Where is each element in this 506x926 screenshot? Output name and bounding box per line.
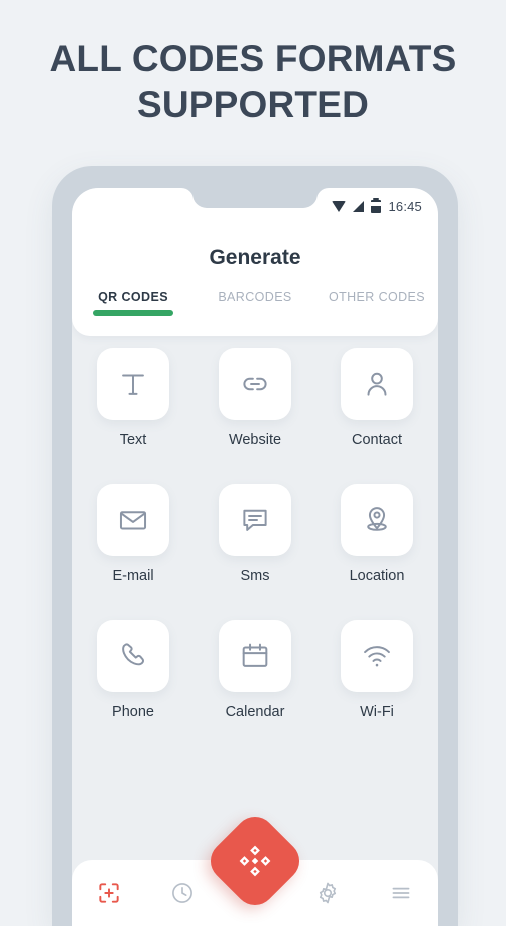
grid-item-calendar-label: Calendar — [225, 704, 285, 720]
history-clock-icon — [171, 883, 192, 903]
tab-qr-codes-label: QR CODES — [98, 290, 168, 304]
text-t-icon — [122, 374, 144, 395]
nav-item-menu[interactable] — [365, 880, 438, 906]
phone-notch — [193, 188, 317, 208]
person-icon — [367, 372, 387, 396]
page-title: ALL CODES FORMATS SUPPORTED — [49, 38, 457, 125]
tile-phone[interactable] — [97, 620, 169, 692]
grid-item-sms[interactable]: Sms — [194, 484, 316, 584]
nav-item-history[interactable] — [145, 880, 218, 906]
grid-item-location-label: Location — [349, 568, 405, 584]
grid-item-phone[interactable]: Phone — [72, 620, 194, 720]
signal-icon — [353, 200, 365, 212]
notch-corner-left — [181, 188, 193, 200]
scan-icon — [98, 883, 119, 903]
grid-item-text-label: Text — [119, 432, 147, 448]
grid-item-website[interactable]: Website — [194, 348, 316, 448]
grid-item-email-label: E-mail — [112, 568, 154, 584]
tab-bar: QR CODES BARCODES OTHER CODES — [72, 290, 438, 318]
tab-barcodes-label: BARCODES — [218, 290, 292, 304]
app-header-card: 16:45 Generate QR CODES BARCODES OTHER C… — [72, 188, 438, 336]
map-pin-icon — [367, 507, 387, 531]
tab-qr-codes[interactable]: QR CODES — [72, 290, 194, 318]
wifi-signal-icon — [364, 646, 390, 667]
grid-item-website-label: Website — [228, 432, 282, 448]
status-time: 16:45 — [388, 198, 422, 214]
grid-item-location[interactable]: Location — [316, 484, 438, 584]
envelope-icon — [119, 511, 147, 530]
tile-wifi[interactable] — [341, 620, 413, 692]
settings-gear-icon — [320, 882, 337, 904]
notch-corner-right — [317, 188, 329, 200]
calendar-icon — [242, 643, 268, 667]
tile-contact[interactable] — [341, 348, 413, 420]
tile-email[interactable] — [97, 484, 169, 556]
nav-item-scan[interactable] — [72, 880, 145, 906]
tab-barcodes[interactable]: BARCODES — [194, 290, 316, 318]
phone-mockup-frame: 16:45 Generate QR CODES BARCODES OTHER C… — [52, 166, 458, 926]
grid-item-wifi-label: Wi-Fi — [360, 704, 394, 720]
tab-other-codes[interactable]: OTHER CODES — [316, 290, 438, 318]
grid-item-contact-label: Contact — [352, 432, 402, 448]
tile-sms[interactable] — [219, 484, 291, 556]
tab-active-indicator — [93, 310, 173, 316]
qr-diamond-icon — [239, 845, 271, 877]
battery-icon — [371, 197, 382, 213]
chat-bubble-icon — [243, 509, 267, 531]
wifi-icon — [332, 200, 347, 212]
grid-item-email[interactable]: E-mail — [72, 484, 194, 584]
grid-item-text[interactable]: Text — [72, 348, 194, 448]
nav-item-settings[interactable] — [292, 880, 365, 906]
link-icon — [243, 377, 267, 391]
tile-text[interactable] — [97, 348, 169, 420]
status-bar: 16:45 — [332, 196, 422, 216]
grid-item-wifi[interactable]: Wi-Fi — [316, 620, 438, 720]
tile-location[interactable] — [341, 484, 413, 556]
phone-handset-icon — [122, 643, 144, 666]
grid-item-phone-label: Phone — [112, 704, 154, 720]
code-type-grid: Text Website Contact E-mail Sms Location… — [72, 348, 438, 720]
tile-calendar[interactable] — [219, 620, 291, 692]
phone-screen: 16:45 Generate QR CODES BARCODES OTHER C… — [72, 188, 438, 926]
grid-item-sms-label: Sms — [240, 568, 270, 584]
grid-item-contact[interactable]: Contact — [316, 348, 438, 448]
menu-hamburger-icon — [392, 887, 410, 899]
grid-item-calendar[interactable]: Calendar — [194, 620, 316, 720]
tab-other-codes-label: OTHER CODES — [328, 290, 426, 304]
tile-website[interactable] — [219, 348, 291, 420]
screen-title: Generate — [209, 246, 301, 269]
